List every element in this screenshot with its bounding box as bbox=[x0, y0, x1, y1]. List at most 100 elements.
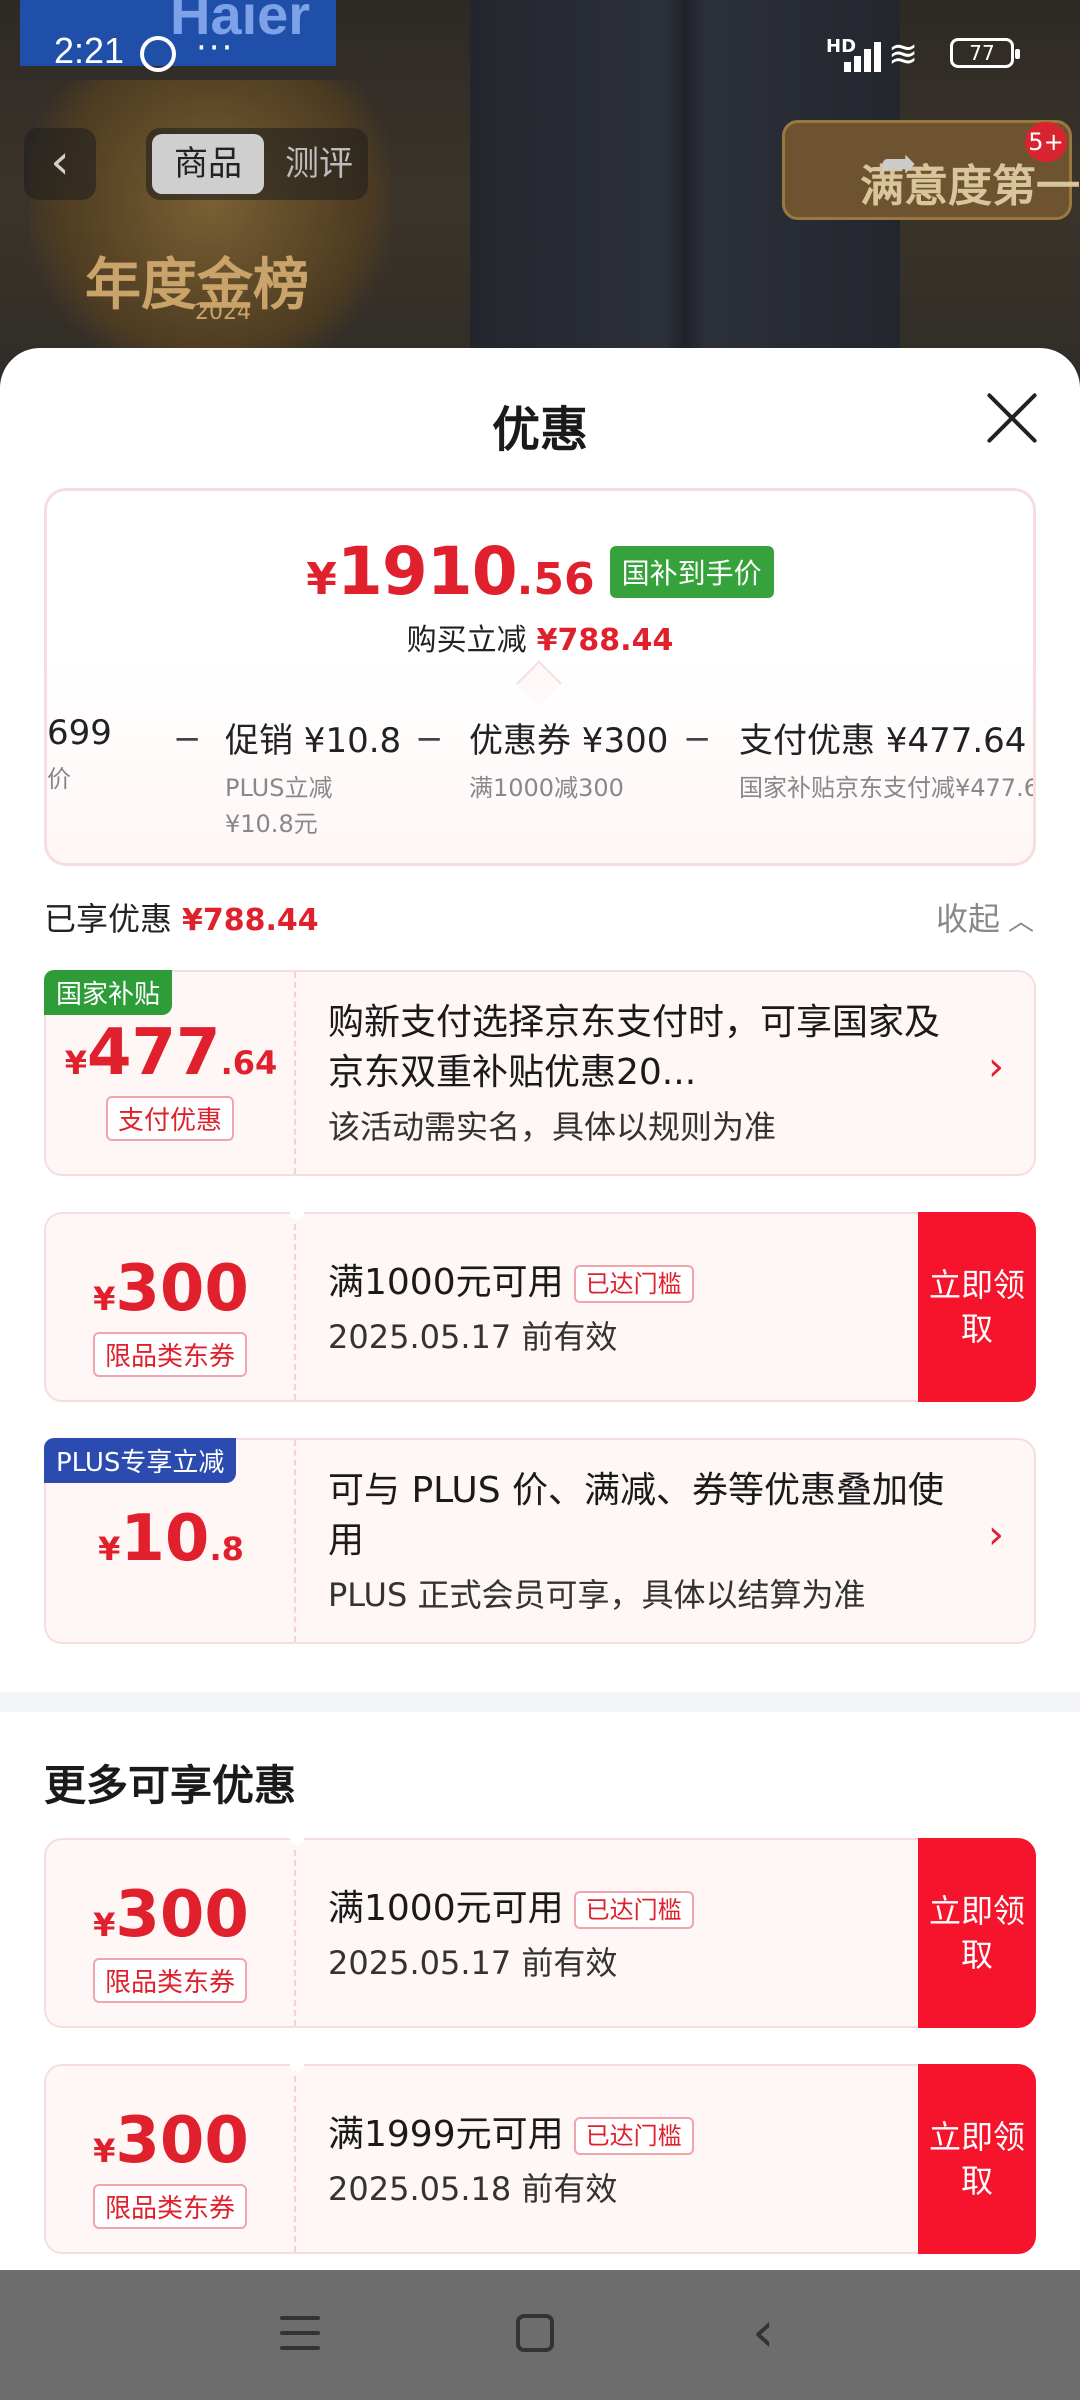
back-button[interactable]: ‹ bbox=[24, 128, 96, 200]
card-tag: 限品类东券 bbox=[92, 1332, 248, 1377]
card-desc: 该活动需实名，具体以规则为准 bbox=[328, 1108, 777, 1146]
amount-currency: ¥ bbox=[93, 1906, 116, 1944]
card-amount: ¥300 bbox=[46, 1878, 296, 1952]
amount-integer: 477 bbox=[86, 1016, 221, 1090]
wifi-icon: ≋ bbox=[888, 34, 919, 75]
price-integer: 1910 bbox=[336, 533, 518, 610]
price-breakdown: 699 价 − 促销 ¥10.8 PLUS立减 ¥10.8元 − 优惠券 ¥30… bbox=[47, 713, 1036, 843]
coupon-card: ¥300 限品类东券 满1000元可用 已达门槛 2025.05.17 前有效 立… bbox=[44, 1838, 1036, 2028]
award-badge-year: 2024 bbox=[195, 300, 251, 325]
coupon-card: ¥300 限品类东券 满1000元可用 已达门槛 2025.05.17 前有效 立… bbox=[44, 1212, 1036, 1402]
card-notch bbox=[290, 1838, 304, 1846]
amount-integer: 300 bbox=[115, 1252, 249, 1326]
amount-decimal: .64 bbox=[220, 1044, 278, 1082]
collapse-label: 收起 bbox=[936, 900, 1001, 938]
breakdown-sub: 国家补贴京东支付减¥477.64 bbox=[739, 774, 1036, 802]
breakdown-sub: 价 bbox=[47, 765, 71, 793]
discount-sheet: 优惠 ¥1910.56 国补到手价 购买立减 ¥788.44 699 价 − 促销… bbox=[0, 348, 1080, 2270]
plus-discount-card[interactable]: ¥10.8 PLUS专享立减 可与 PLUS 价、满减、券等优惠叠加使用 PLU… bbox=[44, 1438, 1036, 1644]
card-tag: 限品类东券 bbox=[92, 2184, 248, 2229]
card-amount-section: ¥300 限品类东券 bbox=[46, 1214, 296, 1400]
amount-integer: 300 bbox=[115, 1878, 249, 1952]
system-nav-bar: ‹ bbox=[0, 2270, 1080, 2400]
claim-button[interactable]: 立即领取 bbox=[918, 1838, 1036, 2028]
breakdown-label: 优惠券 ¥300 bbox=[469, 721, 669, 761]
collapse-button[interactable]: 收起 ︿ bbox=[936, 894, 1034, 940]
battery-icon: 77 bbox=[950, 38, 1020, 68]
cart-count-badge: 5+ bbox=[1025, 122, 1067, 162]
amount-currency: ¥ bbox=[98, 1530, 121, 1568]
top-tabs: 商品 测评 bbox=[146, 128, 368, 200]
coupon-card: ¥300 限品类东券 满1999元可用 已达门槛 2025.05.18 前有效 立… bbox=[44, 2064, 1036, 2254]
card-title-text: 满1999元可用 bbox=[328, 2114, 564, 2155]
card-amount: ¥300 bbox=[46, 1252, 296, 1326]
final-price: ¥1910.56 bbox=[306, 533, 594, 610]
threshold-badge: 已达门槛 bbox=[573, 1265, 694, 1303]
more-notifications-icon: ··· bbox=[196, 28, 235, 68]
card-amount: ¥10.8 bbox=[46, 1502, 296, 1576]
amount-integer: 10 bbox=[120, 1502, 210, 1576]
reduce-label: 购买立减 bbox=[406, 623, 527, 658]
subsidy-price-badge: 国补到手价 bbox=[609, 545, 774, 598]
menu-icon[interactable] bbox=[280, 2316, 320, 2350]
reduce-value: ¥788.44 bbox=[536, 623, 674, 658]
card-body: 可与 PLUS 价、满减、券等优惠叠加使用 PLUS 正式会员可享，具体以结算为… bbox=[328, 1466, 948, 1616]
pointer-caret bbox=[516, 660, 562, 706]
breakdown-item: 699 价 bbox=[47, 713, 112, 797]
reduce-row: 购买立减 ¥788.44 bbox=[47, 615, 1033, 659]
minus-sign: − bbox=[415, 719, 444, 759]
amount-decimal: .8 bbox=[209, 1530, 244, 1568]
chevron-right-icon[interactable]: › bbox=[988, 1044, 1004, 1090]
price-decimal: .56 bbox=[516, 554, 595, 605]
card-title: 满1000元可用 已达门槛 bbox=[328, 1258, 948, 1308]
price-summary-card: ¥1910.56 国补到手价 购买立减 ¥788.44 699 价 − 促销 ¥1… bbox=[44, 488, 1036, 866]
chevron-up-icon: ︿ bbox=[1008, 907, 1035, 937]
award-badge bbox=[30, 80, 390, 380]
card-desc: 2025.05.18 前有效 bbox=[328, 2170, 618, 2208]
card-body: 购新支付选择京东支付时，可享国家及京东双重补贴优惠20... 该活动需实名，具体… bbox=[328, 998, 948, 1148]
tab-product[interactable]: 商品 bbox=[152, 134, 264, 194]
card-amount: ¥477.64 bbox=[46, 1016, 296, 1090]
minus-sign: − bbox=[173, 719, 202, 759]
share-icon[interactable]: ➦ bbox=[880, 138, 917, 189]
final-price-row: ¥1910.56 国补到手价 bbox=[47, 533, 1033, 610]
amount-integer: 300 bbox=[115, 2104, 249, 2178]
close-icon[interactable] bbox=[982, 388, 1042, 448]
enjoyed-label: 已享优惠 bbox=[44, 900, 173, 938]
card-desc: 2025.05.17 前有效 bbox=[328, 1944, 618, 1982]
threshold-badge: 已达门槛 bbox=[573, 1891, 694, 1929]
claim-button[interactable]: 立即领取 bbox=[918, 1212, 1036, 1402]
price-currency: ¥ bbox=[306, 554, 337, 605]
chevron-right-icon[interactable]: › bbox=[988, 1512, 1004, 1558]
tab-review[interactable]: 测评 bbox=[274, 134, 364, 194]
enjoyed-discount: 已享优惠 ¥788.44 bbox=[44, 894, 319, 940]
breakdown-label: 促销 ¥10.8 bbox=[225, 721, 402, 761]
home-icon[interactable] bbox=[516, 2314, 554, 2352]
card-amount: ¥300 bbox=[46, 2104, 296, 2178]
more-discounts-title: 更多可享优惠 bbox=[44, 1761, 297, 1810]
breakdown-item: 优惠券 ¥300 满1000减300 bbox=[469, 713, 668, 806]
section-divider bbox=[0, 1692, 1080, 1712]
breakdown-item: 促销 ¥10.8 PLUS立减 ¥10.8元 bbox=[225, 713, 401, 842]
card-notch bbox=[290, 2064, 304, 2072]
card-title: 满1999元可用 已达门槛 bbox=[328, 2110, 948, 2160]
card-title: 满1000元可用 已达门槛 bbox=[328, 1884, 948, 1934]
clock-icon bbox=[140, 36, 176, 72]
card-desc: 2025.05.17 前有效 bbox=[328, 1318, 618, 1356]
minus-sign: − bbox=[683, 719, 712, 759]
card-title-text: 满1000元可用 bbox=[328, 1888, 564, 1929]
breakdown-sub: PLUS立减 bbox=[225, 774, 333, 802]
payment-discount-card[interactable]: ¥477.64 支付优惠 国家补贴 购新支付选择京东支付时，可享国家及京东双重补… bbox=[44, 970, 1036, 1176]
claim-button[interactable]: 立即领取 bbox=[918, 2064, 1036, 2254]
breakdown-sub: ¥10.8元 bbox=[225, 810, 318, 838]
back-icon[interactable]: ‹ bbox=[752, 2300, 774, 2365]
card-body: 满1000元可用 已达门槛 2025.05.17 前有效 bbox=[328, 1258, 948, 1358]
card-tag: 限品类东券 bbox=[92, 1958, 248, 2003]
amount-currency: ¥ bbox=[93, 1280, 116, 1318]
card-corner-label: PLUS专享立减 bbox=[44, 1438, 237, 1483]
card-title: 可与 PLUS 价、满减、券等优惠叠加使用 bbox=[328, 1470, 945, 1561]
card-notch bbox=[290, 1212, 304, 1220]
card-amount-section: ¥300 限品类东券 bbox=[46, 2066, 296, 2252]
signal-icon bbox=[830, 40, 881, 72]
card-body: 满1999元可用 已达门槛 2025.05.18 前有效 bbox=[328, 2110, 948, 2210]
